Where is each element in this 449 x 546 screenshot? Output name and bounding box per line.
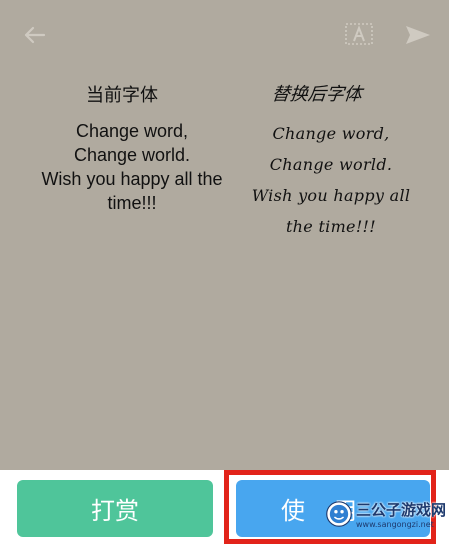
watermark-name: 三公子游戏网 xyxy=(355,501,446,519)
sample-line: Change word, xyxy=(75,121,189,141)
watermark: 三公子游戏网 www.sangongzi.net xyxy=(326,486,446,542)
tip-button[interactable]: 打赏 xyxy=(17,480,213,537)
sample-line: time!!! xyxy=(107,193,157,213)
replaced-font-heading: 替换后字体 xyxy=(270,84,363,105)
sample-line: the time!!! xyxy=(285,217,377,236)
sample-line: Change world. xyxy=(269,155,393,174)
replaced-font-sample: Change word, Change world. Wish you happ… xyxy=(244,118,418,242)
sample-line: Wish you happy all the xyxy=(41,169,223,189)
current-font-sample: Change word, Change world. Wish you happ… xyxy=(8,119,256,215)
font-preview-area: 当前字体 替换后字体 Change word, Change world. Wi… xyxy=(0,0,449,470)
sample-line: Wish you happy all xyxy=(251,186,411,205)
watermark-logo-icon xyxy=(326,501,352,527)
arrow-left-icon[interactable] xyxy=(22,22,48,48)
sample-line: Change word, xyxy=(272,124,390,143)
sample-line: Change world. xyxy=(73,145,191,165)
current-font-heading: 当前字体 xyxy=(86,85,158,106)
font-a-icon[interactable] xyxy=(344,22,374,48)
watermark-url: www.sangongzi.net xyxy=(355,520,434,529)
send-icon[interactable] xyxy=(404,22,432,48)
